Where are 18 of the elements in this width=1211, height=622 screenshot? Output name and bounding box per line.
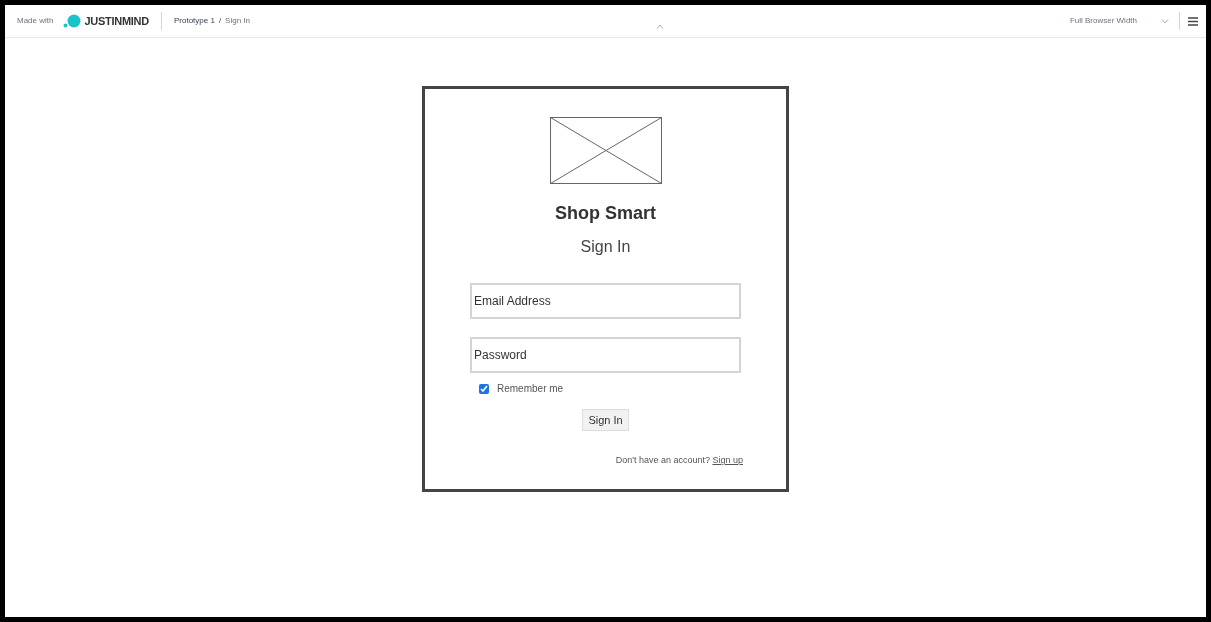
breadcrumb-item[interactable]: Sign In <box>225 15 250 27</box>
breadcrumb-item[interactable]: Prototype 1 <box>173 15 215 27</box>
sign-in-button[interactable]: Sign In <box>582 409 629 431</box>
menu-icon[interactable] <box>1188 16 1198 26</box>
signup-prompt: Don't have an account? Sign up <box>615 454 743 467</box>
brand-name: JUSTINMIND <box>84 13 149 29</box>
input-field[interactable]: Email Address <box>470 283 741 319</box>
remember-label: Remember me <box>497 382 564 396</box>
made-with-label: Made with <box>17 15 54 27</box>
image-placeholder-icon <box>549 117 662 184</box>
breadcrumb-item[interactable]: / <box>218 15 222 27</box>
page-subtitle: Sign In <box>580 237 631 257</box>
view-mode-select[interactable]: Full Browser Width <box>1069 15 1137 27</box>
app-title: Shop Smart <box>555 202 656 225</box>
sign-up-link[interactable]: Sign up <box>712 455 743 465</box>
input-field[interactable]: Password <box>470 337 741 373</box>
remember-checkbox[interactable] <box>479 383 489 394</box>
logo-icon <box>63 14 82 28</box>
